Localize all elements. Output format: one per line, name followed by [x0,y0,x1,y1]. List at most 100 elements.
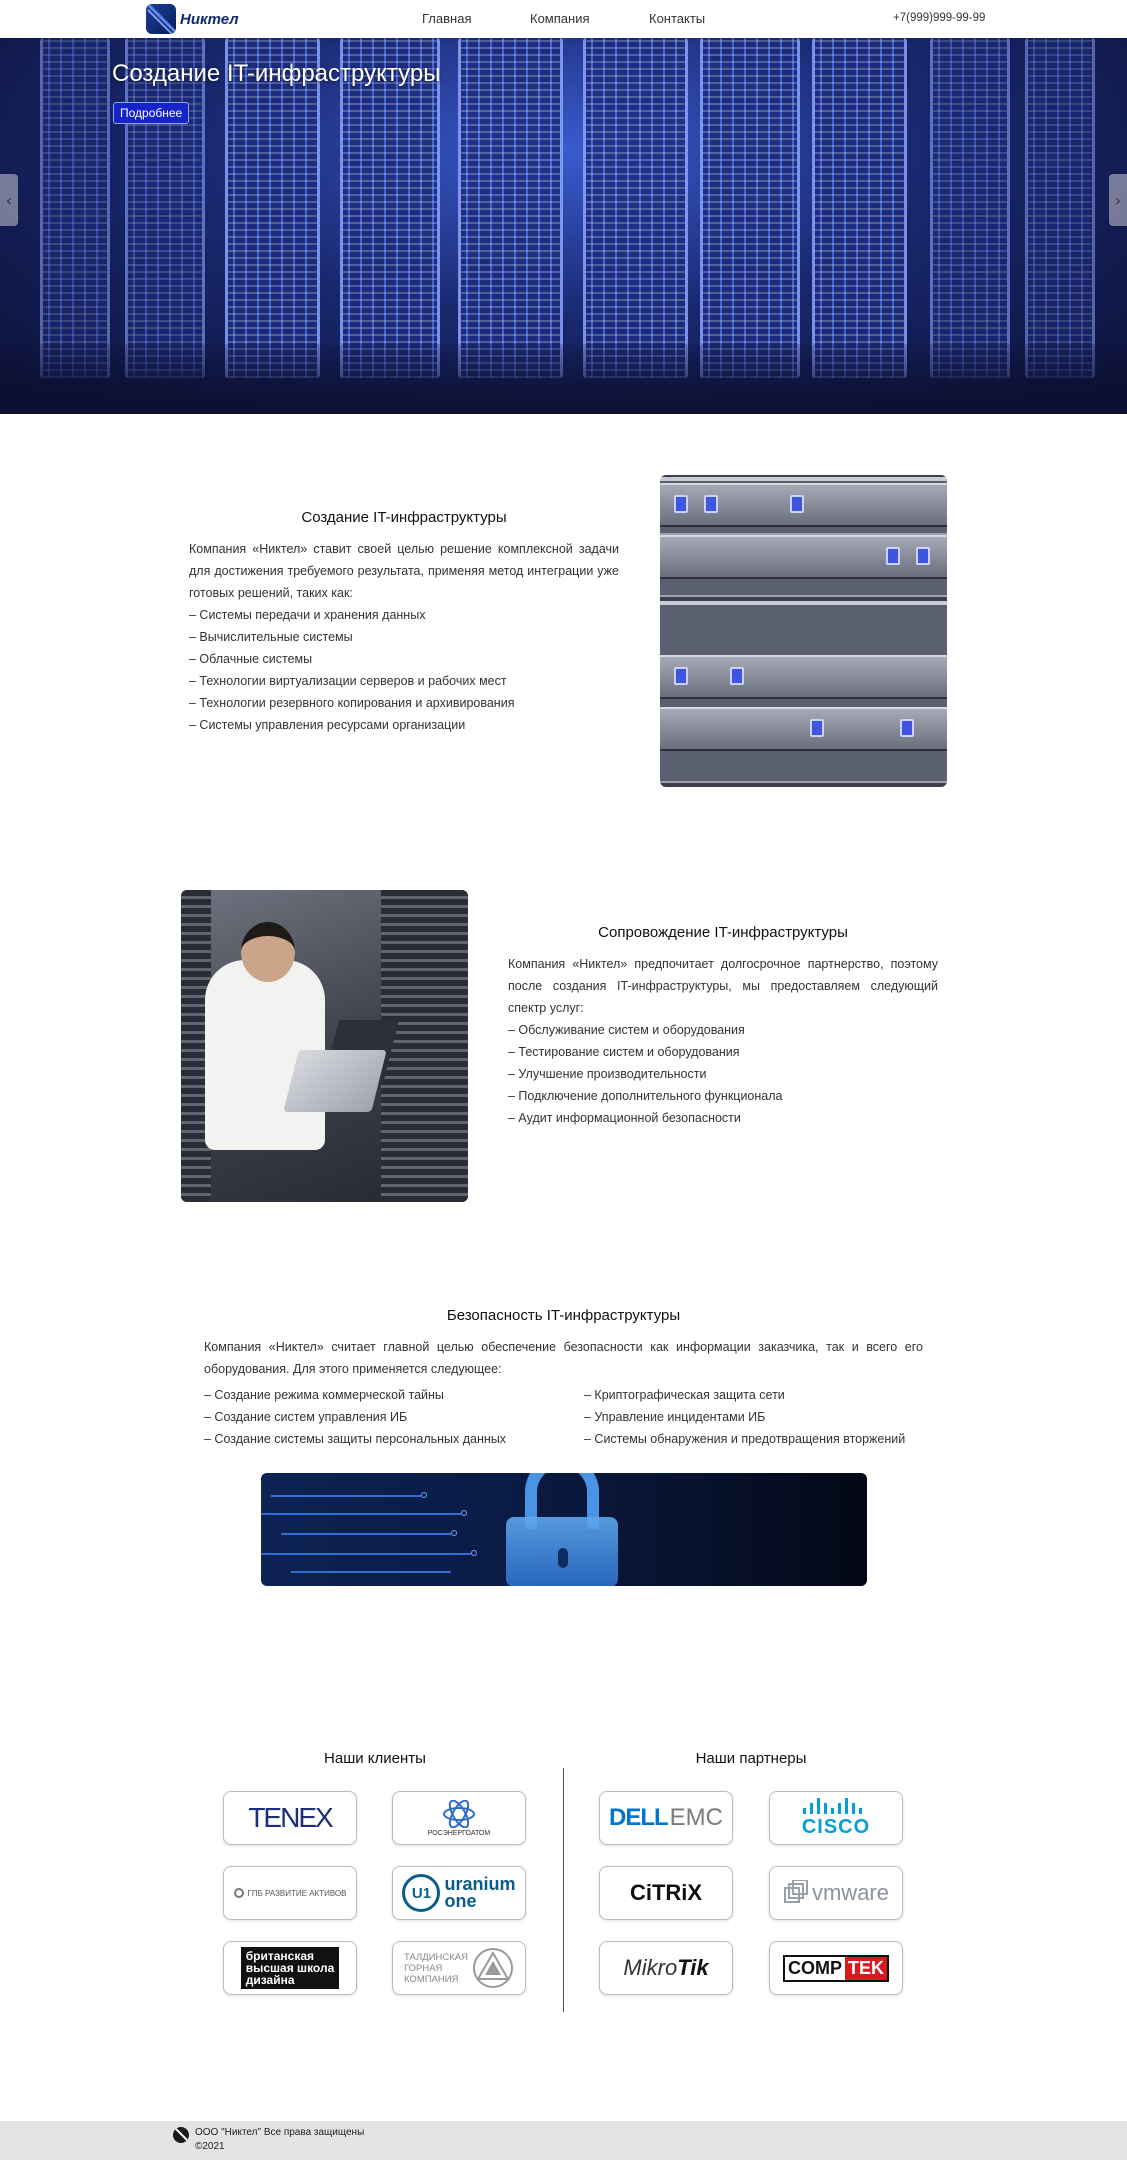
hero-rack-image [458,38,563,378]
server-led [704,495,718,513]
client-logo-bhsad[interactable]: британская высшая школа дизайна [223,1941,357,1995]
server-led [886,547,900,565]
client-logo-uranium-one[interactable]: U1 uranium one [392,1866,526,1920]
partner-logo-citrix[interactable]: CiTRiX [599,1866,733,1920]
section-support-title: Сопровождение IT-инфраструктуры [598,924,848,941]
list-item: – Технологии резервного копирования и ар… [189,696,515,710]
circuit-node [471,1550,477,1556]
hero-floor [0,344,1127,414]
circuit-line [291,1571,451,1573]
list-item: – Вычислительные системы [189,630,353,644]
server-unit [660,535,947,579]
security-banner [261,1473,867,1586]
logo-mark-icon [146,4,176,34]
nav-link-contacts[interactable]: Контакты [649,11,705,26]
cisco-bars-icon [803,1797,862,1814]
section-create-intro: Компания «Никтел» ставит своей целью реш… [189,542,619,600]
server-led [790,495,804,513]
partner-logo-cisco[interactable]: CISCO [769,1791,903,1845]
slider-next-button[interactable]: › [1109,174,1127,226]
clients-partners-divider [563,1768,564,2012]
list-item: – Системы обнаружения и предотвращения в… [584,1432,906,1446]
site-header: Никтел Главная Компания Контакты +7(999)… [0,0,1127,38]
nav-link-home[interactable]: Главная [422,11,471,26]
slider-prev-button[interactable]: ‹ [0,174,18,226]
comptek-logo-block: COMP TEK [783,1954,889,1982]
list-item: – Создание режима коммерческой тайны [204,1388,444,1402]
section-security-list-left: – Создание режима коммерческой тайны – С… [204,1384,554,1450]
taldinsk-mark-icon [472,1948,513,1988]
server-led [730,667,744,685]
chevron-right-icon: › [1114,190,1122,210]
circuit-node [421,1492,427,1498]
uranium-one-mark-icon: U1 [402,1874,441,1912]
gpb-logo-text: ГПБ РАЗВИТИЕ АКТИВОВ [247,1888,347,1898]
server-led [916,547,930,565]
list-item: – Криптографическая защита сети [584,1388,785,1402]
site-footer: ООО "Никтел" Все права защищены ©2021 [0,2121,1127,2160]
chevron-left-icon: ‹ [5,190,13,210]
rosenergoatom-logo-text: РОСЭНЕРГОАТОМ [427,1829,491,1837]
site-logo[interactable]: Никтел [146,4,239,34]
list-item: – Подключение дополнительного функционал… [508,1089,783,1103]
circuit-line [261,1553,471,1555]
hero-rack-image [930,38,1010,378]
footer-logo-icon [173,2127,189,2143]
circuit-line [281,1533,451,1535]
list-item: – Облачные системы [189,652,313,666]
client-logo-tenex[interactable]: TENEX [223,1791,357,1845]
engineer-photo [181,890,468,1202]
hero-rack-image [125,38,205,378]
comptek-logo-text-1: COMP [788,1957,842,1978]
client-logo-rosenergoatom[interactable]: РОСЭНЕРГОАТОМ [392,1791,526,1845]
partner-logo-comptek[interactable]: COMP TEK [769,1941,903,1995]
cisco-logo-text: CISCO [801,1815,871,1838]
bhsad-line-3: дизайна [245,1973,295,1987]
hero-slider: Создание IT-инфраструктуры Подробнее ‹ › [0,38,1127,414]
section-create-list: – Системы передачи и хранения данных – В… [189,604,619,736]
nav-link-company[interactable]: Компания [530,11,590,26]
section-create-title: Создание IT-инфраструктуры [301,509,507,526]
mikrotik-logo-text-1: Mikro [623,1955,678,1980]
hero-rack-image [340,38,440,378]
list-item: – Создание системы защиты персональных д… [204,1432,507,1446]
list-item: – Технологии виртуализации серверов и ра… [189,674,507,688]
hero-rack-image [40,38,110,378]
partner-logo-dell-emc[interactable]: DELL EMC [599,1791,733,1845]
server-led [674,667,688,685]
footer-year: ©2021 [195,2141,225,2152]
dell-logo-text: DELL [608,1804,669,1831]
list-item: – Тестирование систем и оборудования [508,1045,740,1059]
circuit-node [451,1530,457,1536]
hero-rack-image [812,38,907,378]
list-item: – Улучшение производительности [508,1067,707,1081]
client-logo-taldinsk[interactable]: ТАЛДИНСКАЯ ГОРНАЯ КОМПАНИЯ [392,1941,526,1995]
section-support-list: – Обслуживание систем и оборудования – Т… [508,1019,938,1129]
section-security-title: Безопасность IT-инфраструктуры [446,1307,681,1324]
circuit-line [261,1513,461,1515]
rack-background [381,890,468,1202]
partner-logo-mikrotik[interactable]: Mikro Tik [599,1941,733,1995]
list-item: – Аудит информационной безопасности [508,1111,741,1125]
phone-link[interactable]: +7(999)999-99-99 [893,12,985,24]
server-led [810,719,824,737]
uranium-one-text-group: uranium one [444,1875,515,1911]
uranium-one-word-2: one [444,1891,477,1911]
footer-text: ООО "Никтел" Все права защищены ©2021 [195,2126,364,2154]
vmware-logo-text: vmware [811,1880,889,1905]
clients-title: Наши клиенты [324,1750,426,1767]
list-item: – Системы управления ресурсами организац… [189,718,466,732]
hero-more-button[interactable]: Подробнее [113,102,190,124]
section-support-intro: Компания «Никтел» предпочитает долгосроч… [508,957,938,1015]
engineer-head [241,922,295,982]
atom-icon [443,1799,475,1828]
client-logo-gpb[interactable]: ГПБ РАЗВИТИЕ АКТИВОВ [223,1866,357,1920]
tenex-logo-text: TENEX [248,1802,333,1833]
server-rack-photo [660,475,947,787]
laptop [283,1050,387,1112]
hero-rack-image [225,38,320,378]
partner-logo-vmware[interactable]: vmware [769,1866,903,1920]
list-item: – Системы передачи и хранения данных [189,608,426,622]
hero-title: Создание IT-инфраструктуры [112,60,441,87]
list-item: – Создание систем управления ИБ [204,1410,408,1424]
